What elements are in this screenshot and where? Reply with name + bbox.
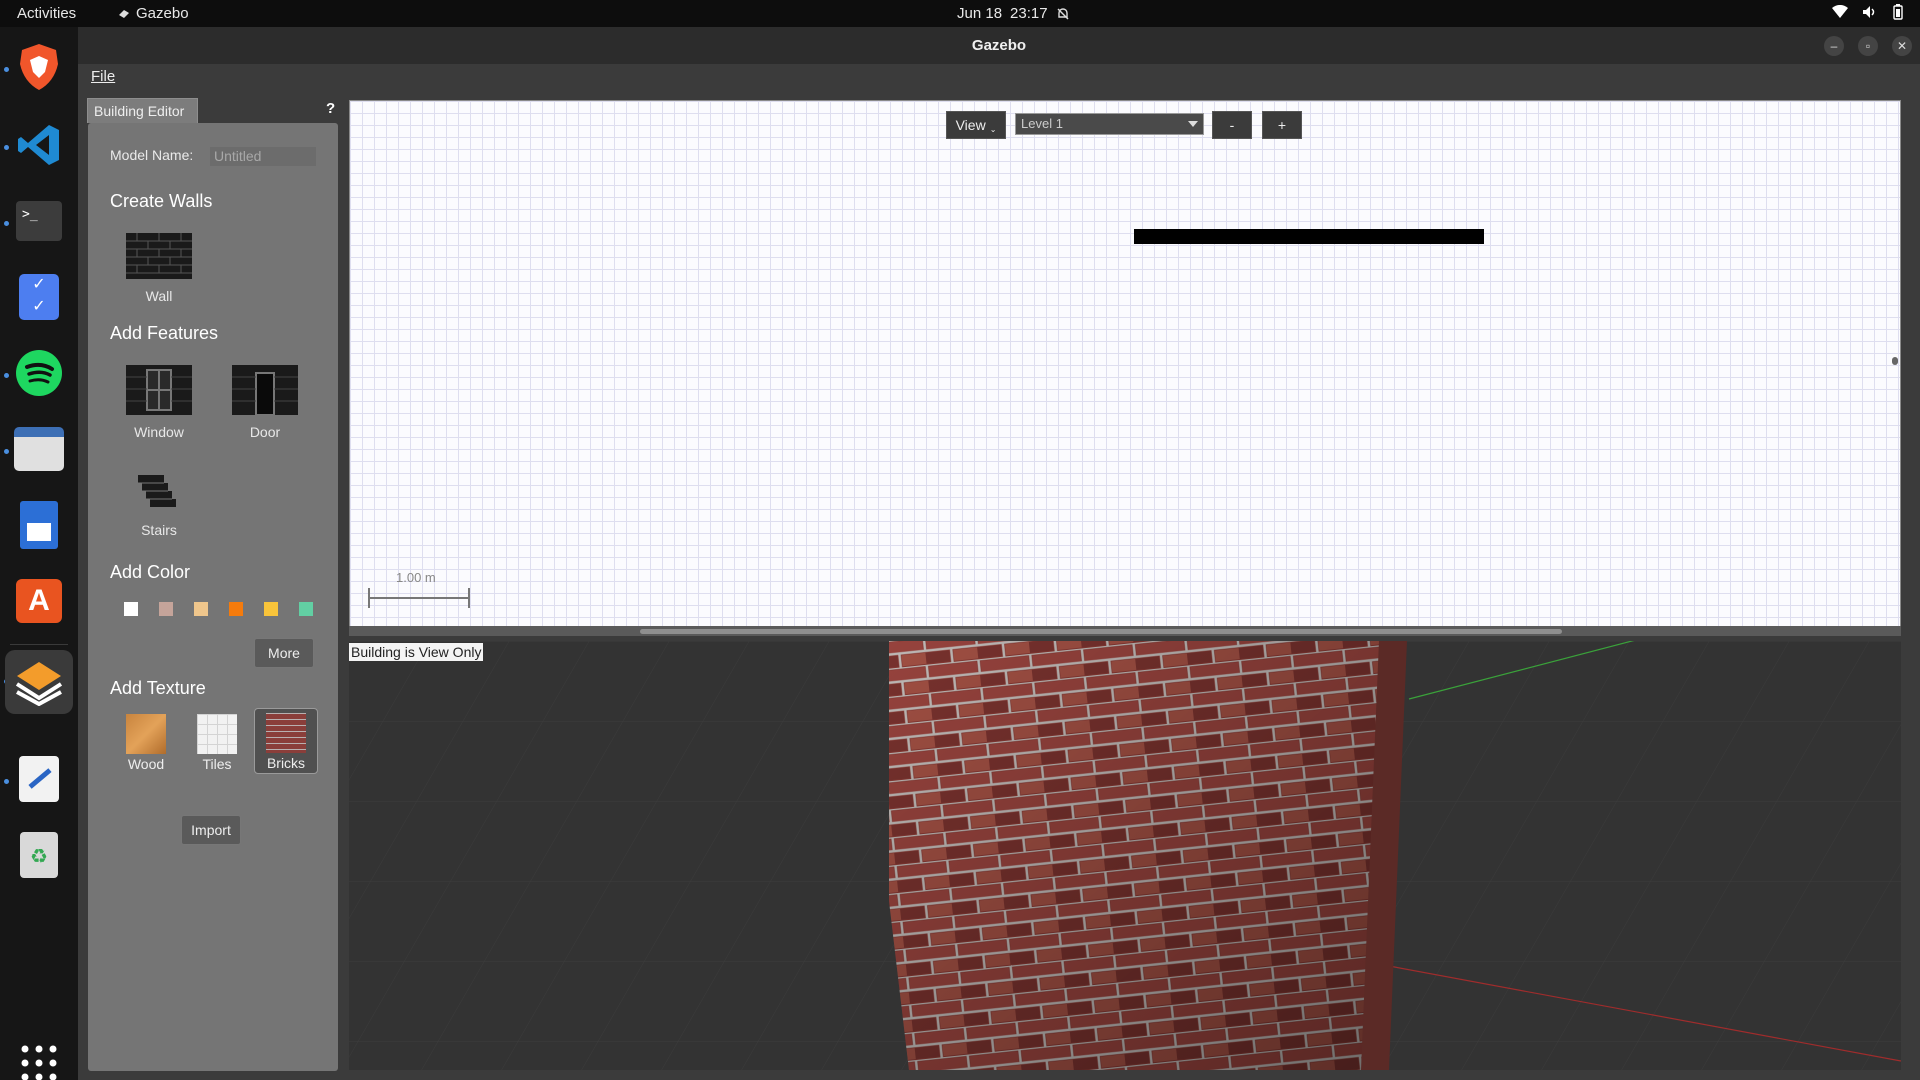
add-features-heading: Add Features [110,323,219,343]
wall-label: Wall [145,288,173,304]
close-button[interactable]: ✕ [1892,36,1912,56]
scene-3d-view[interactable] [349,641,1901,1070]
building-editor-panel: Model Name: Untitled Create Walls Wall A… [88,123,338,1071]
door-icon [232,365,298,416]
wood-thumbnail [126,714,166,754]
clock[interactable]: Jun 18 23:17 [957,5,1070,22]
tasks-icon[interactable]: ✓ ✓ [13,271,65,323]
wall-tool[interactable]: Wall [124,233,194,304]
zoom-out-button[interactable]: - [1212,111,1252,139]
color-swatch-tan[interactable] [159,602,173,616]
scene-3d-render [349,641,1901,1070]
wall-segment[interactable] [1134,229,1484,244]
create-walls-heading: Create Walls [110,191,213,211]
running-indicator [4,449,9,454]
level-select-value: Level 1 [1021,116,1063,131]
vertical-scrollbar[interactable] [1892,357,1898,365]
app-menu[interactable]: Gazebo [118,5,189,22]
floorplan-2d-canvas[interactable]: View ⌄ Level 1 - + 1.00 m [349,100,1901,631]
volume-icon [1863,6,1875,18]
window-titlebar[interactable]: Gazebo – ▫ ✕ [78,27,1920,64]
terminal-icon[interactable]: >_ [13,195,65,247]
window-tool[interactable]: Window [124,365,194,440]
tab-building-editor[interactable]: Building Editor [87,98,198,123]
writer-icon[interactable] [13,499,65,551]
color-swatch-yellow[interactable] [264,602,278,616]
clock-time: 23:17 [1010,5,1048,22]
color-swatch-teal[interactable] [299,602,313,616]
gazebo-icon[interactable] [5,650,73,714]
stairs-label: Stairs [141,522,177,538]
view-menu-button[interactable]: View ⌄ [946,111,1006,139]
stairs-tool[interactable]: Stairs [124,473,194,538]
window-icon [126,365,192,415]
tiles-label: Tiles [202,756,232,772]
app-menu-label: Gazebo [136,5,189,22]
wall-icon [126,233,192,279]
activities-button[interactable]: Activities [17,5,76,22]
window-title: Gazebo [971,37,1027,54]
restore-button[interactable]: ▫ [1858,36,1878,56]
level-select[interactable]: Level 1 [1015,113,1204,135]
model-name-input[interactable]: Untitled [210,147,316,166]
running-indicator [4,145,9,150]
texture-wood[interactable]: Wood [114,710,178,774]
running-indicator [4,221,9,226]
dropdown-arrow-icon [1188,121,1198,127]
trash-icon[interactable]: ♻ [13,829,65,881]
vscode-icon[interactable] [13,119,65,171]
view-menu-label: View [955,117,986,133]
brave-browser-icon[interactable] [13,41,65,93]
bricks-label: Bricks [266,755,306,771]
more-colors-button[interactable]: More [254,638,314,668]
texture-bricks[interactable]: Bricks [254,708,318,774]
stairs-icon [138,475,176,507]
clock-date: Jun 18 [957,5,1003,22]
top-bar: Activities Gazebo Jun 18 23:17 [0,0,1920,27]
window-label: Window [134,424,184,440]
color-swatch-orange[interactable] [229,602,243,616]
bell-off-icon [1057,7,1069,19]
menu-file[interactable]: File [91,68,115,85]
help-button[interactable]: ? [326,100,335,117]
system-tray[interactable] [1832,4,1904,20]
horizontal-scrollbar-thumb[interactable] [640,629,1562,634]
scale-label: 1.00 m [396,570,436,585]
running-indicator [4,779,9,784]
chevron-down-icon: ⌄ [989,124,997,134]
add-texture-heading: Add Texture [110,678,206,698]
wood-label: Wood [127,756,165,772]
view-only-status: Building is View Only [349,643,484,661]
color-swatch-white[interactable] [124,602,138,616]
color-swatch-beige[interactable] [194,602,208,616]
add-color-heading: Add Color [110,562,191,582]
model-name-label: Model Name: [110,147,194,163]
zoom-in-button[interactable]: + [1262,111,1302,139]
bricks-thumbnail [266,713,306,753]
door-label: Door [249,424,281,440]
spotify-icon[interactable] [13,347,65,399]
texture-tiles[interactable]: Tiles [185,710,249,774]
scale-bar [368,588,470,608]
tiles-thumbnail [197,714,237,754]
wifi-icon [1832,5,1848,18]
app-center-icon[interactable]: A [13,575,65,627]
dock-separator [10,644,68,645]
show-apps-icon[interactable] [13,1037,65,1080]
running-indicator [4,67,9,72]
text-editor-icon[interactable] [13,753,65,805]
import-button[interactable]: Import [181,815,241,845]
gazebo-small-icon [119,9,129,18]
battery-icon [1893,4,1903,20]
running-indicator [4,373,9,378]
minimize-button[interactable]: – [1824,36,1844,56]
dock: >_ ✓ ✓ A ♻ [0,27,78,1080]
door-tool[interactable]: Door [230,365,300,440]
files-icon[interactable] [13,423,65,475]
menu-bar: File [78,64,1920,92]
